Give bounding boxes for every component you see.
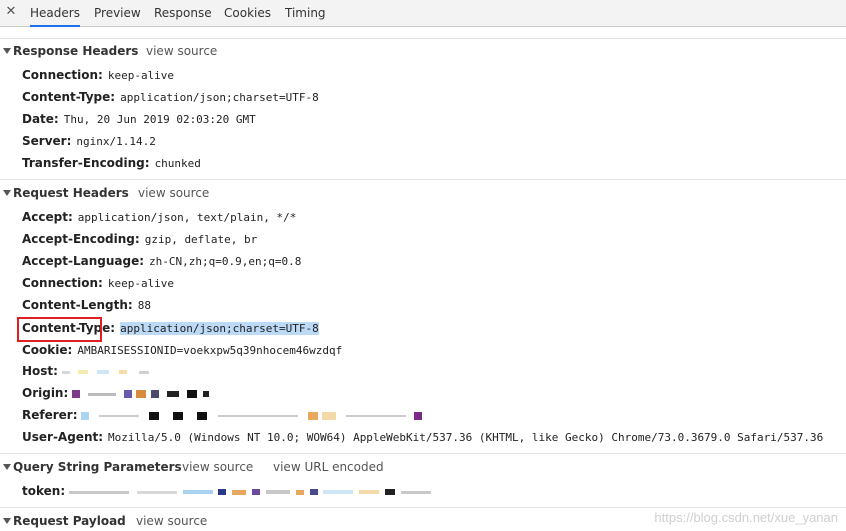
view-source-link[interactable]: view source [146,44,217,58]
header-row: Date: Thu, 20 Jun 2019 02:03:20 GMT [22,109,256,129]
header-row: User-Agent: Mozilla/5.0 (Windows NT 10.0;… [22,427,823,447]
header-name: Server: [22,134,72,148]
tab-cookies[interactable]: Cookies [224,0,271,27]
header-row: Cookie: AMBARISESSIONID=voekxpw5q39nhocem… [22,340,342,360]
header-row: Content-Length: 88 [22,295,151,315]
section-divider [0,507,846,508]
header-row: Accept-Encoding: gzip, deflate, br [22,229,257,249]
header-row: Transfer-Encoding: chunked [22,153,201,173]
expand-triangle-icon[interactable] [3,518,11,524]
section-divider [0,38,846,39]
header-value: gzip, deflate, br [144,233,258,246]
header-name: Origin: [22,386,69,400]
header-value: chunked [154,157,201,170]
view-source-link[interactable]: view source [182,460,253,474]
section-divider [0,453,846,454]
header-value: keep-alive [107,277,175,290]
view-source-link[interactable]: view source [136,514,207,528]
tab-preview[interactable]: Preview [94,0,141,27]
header-value: Mozilla/5.0 (Windows NT 10.0; WOW64) App… [108,431,824,444]
header-value: Thu, 20 Jun 2019 02:03:20 GMT [63,113,256,126]
header-name: Transfer-Encoding: [22,156,150,170]
header-value: application/json;charset=UTF-8 [120,91,319,104]
expand-triangle-icon[interactable] [3,48,11,54]
header-row: Connection: keep-alive [22,273,174,293]
section-divider [0,179,846,180]
header-row: Referer: [22,405,422,425]
header-row: Accept: application/json, text/plain, */* [22,207,296,227]
redacted-value [72,384,209,404]
header-value: keep-alive [107,69,175,82]
section-title[interactable]: Response Headers [13,44,138,58]
expand-triangle-icon[interactable] [3,190,11,196]
header-name: Accept-Language: [22,254,145,268]
param-name: token: [22,484,66,498]
header-name: Date: [22,112,59,126]
watermark: https://blog.csdn.net/xue_yanan [654,510,838,525]
expand-triangle-icon[interactable] [3,464,11,470]
request-headers-header: Request Headers view source [0,183,846,205]
header-name: User-Agent: [22,430,104,444]
section-title[interactable]: Request Headers [13,186,129,200]
redacted-value [68,482,431,502]
header-name: Accept: [22,210,73,224]
header-row: Accept-Language: zh-CN,zh;q=0.9,en;q=0.8 [22,251,301,271]
redacted-value [81,406,422,426]
section-title[interactable]: Request Payload [13,514,126,528]
header-row: Host: [22,361,150,382]
view-url-encoded-link[interactable]: view URL encoded [273,460,384,474]
tab-timing[interactable]: Timing [285,0,326,27]
header-value: 88 [137,299,151,312]
devtools-tab-bar: ✕ Headers Preview Response Cookies Timin… [0,0,846,27]
redacted-value [61,362,150,382]
header-value: nginx/1.14.2 [76,135,156,148]
header-value: application/json, text/plain, */* [77,211,297,224]
query-string-header: Query String Parameters view source view… [0,457,846,479]
header-name: Host: [22,364,58,378]
header-name: Content-Length: [22,298,133,312]
header-name: Connection: [22,68,103,82]
header-row: Content-Type: application/json;charset=UT… [22,87,319,107]
header-name: Accept-Encoding: [22,232,140,246]
header-row: Origin: [22,383,209,403]
header-value: zh-CN,zh;q=0.9,en;q=0.8 [149,255,302,268]
header-name: Referer: [22,408,78,422]
header-value: AMBARISESSIONID=voekxpw5q39nhocem46wzdqf [77,344,343,357]
header-value-highlighted: application/json;charset=UTF-8 [120,322,319,335]
annotation-box [17,317,102,342]
tab-headers[interactable]: Headers [30,0,80,27]
header-name: Content-Type: [22,90,116,104]
param-row: token: [22,481,431,501]
tab-response[interactable]: Response [154,0,212,27]
header-row: Connection: keep-alive [22,65,174,85]
header-row: Server: nginx/1.14.2 [22,131,156,151]
response-headers-header: Response Headers view source [0,41,846,63]
close-icon[interactable]: ✕ [4,4,18,20]
header-name: Cookie: [22,343,73,357]
view-source-link[interactable]: view source [138,186,209,200]
section-title[interactable]: Query String Parameters [13,460,182,474]
header-name: Connection: [22,276,103,290]
